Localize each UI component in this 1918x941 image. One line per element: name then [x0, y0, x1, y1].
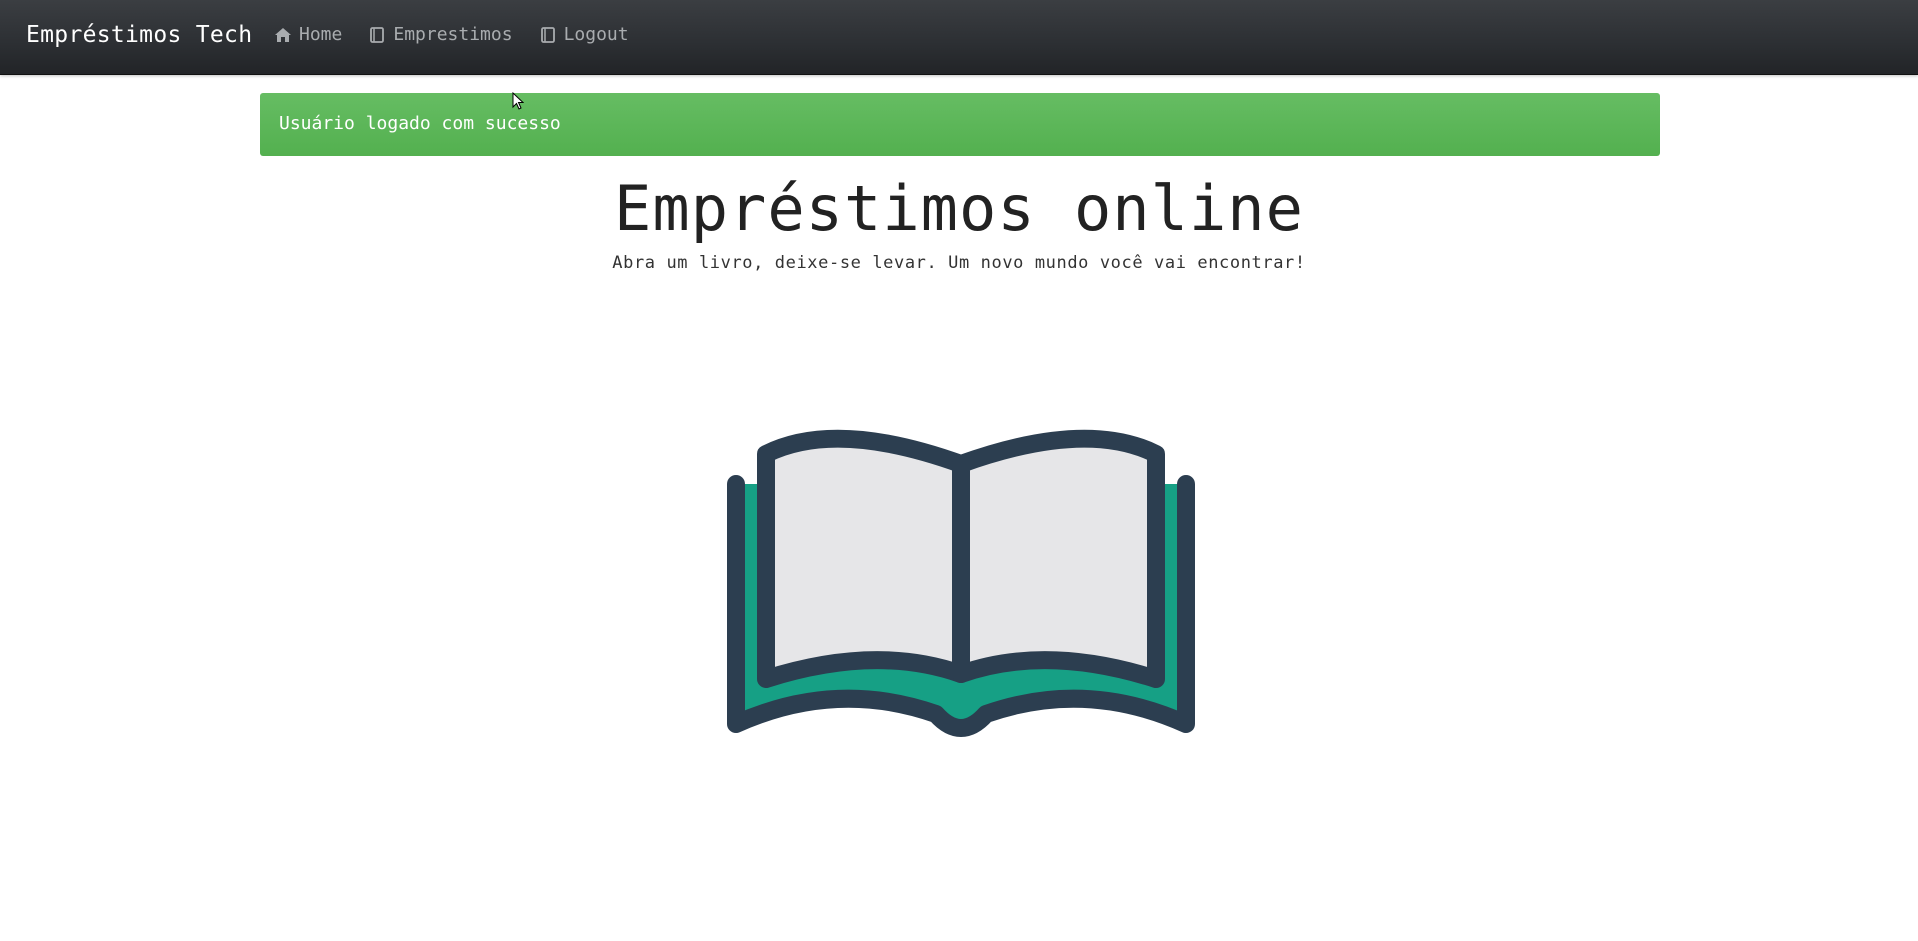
open-book-icon [726, 424, 1196, 754]
navbar: Empréstimos Tech Home Emprestimos Logout [0, 0, 1918, 75]
book-icon [539, 26, 557, 44]
hero: Empréstimos online Abra um livro, deixe-… [0, 172, 1918, 273]
nav-link-emprestimos-label: Emprestimos [393, 24, 513, 45]
page-title: Empréstimos online [614, 172, 1304, 245]
brand-link[interactable]: Empréstimos Tech [26, 22, 252, 48]
page-subtitle: Abra um livro, deixe-se levar. Um novo m… [612, 253, 1306, 273]
mouse-cursor-icon [512, 91, 525, 110]
success-alert: Usuário logado com sucesso [260, 93, 1660, 156]
alert-message: Usuário logado com sucesso [279, 113, 561, 134]
nav-link-home-label: Home [299, 24, 343, 45]
nav-link-emprestimos[interactable]: Emprestimos [368, 24, 513, 45]
book-icon [368, 26, 386, 44]
nav-links: Home Emprestimos Logout [274, 24, 629, 45]
home-icon [274, 26, 292, 44]
nav-link-logout-label: Logout [563, 24, 629, 45]
nav-link-logout[interactable]: Logout [539, 24, 629, 45]
nav-link-home[interactable]: Home [274, 24, 342, 45]
